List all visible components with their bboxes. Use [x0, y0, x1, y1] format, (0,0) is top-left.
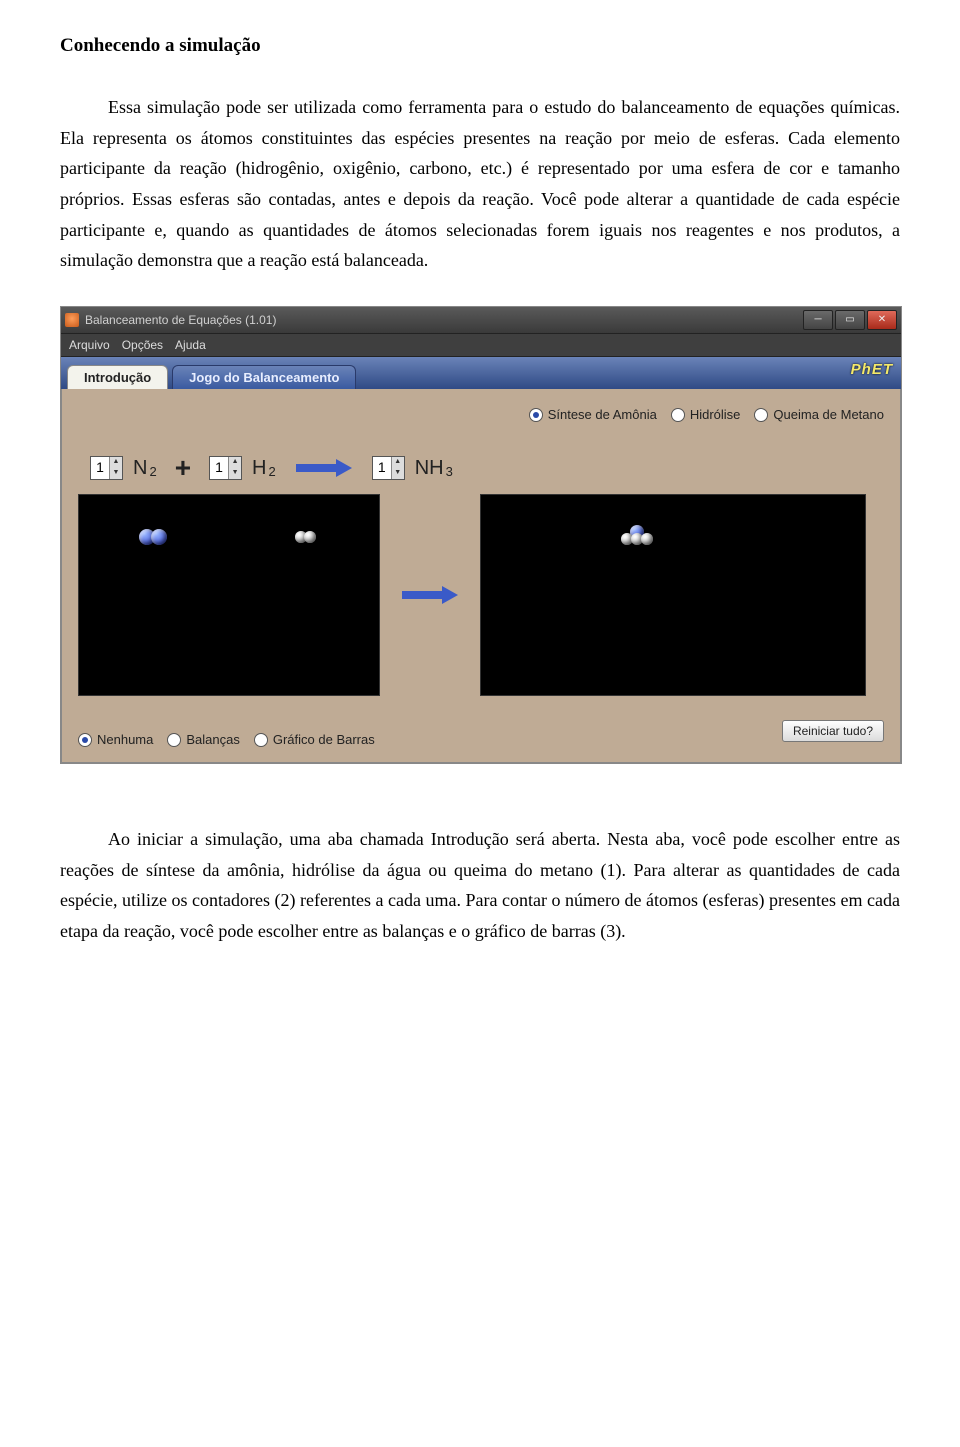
formula-text: H: [252, 456, 266, 480]
window-title: Balanceamento de Equações (1.01): [85, 313, 276, 327]
bottom-controls: Nenhuma Balanças Gráfico de Barras Reini…: [78, 714, 884, 748]
paragraph-1: Essa simulação pode ser utilizada como f…: [60, 92, 900, 276]
radio-ammonia-label: Síntese de Amônia: [548, 407, 657, 423]
reaction-radio-group: Síntese de Amônia Hidrólise Queima de Me…: [78, 407, 884, 423]
atom-h: [641, 533, 653, 545]
sim-body: Síntese de Amônia Hidrólise Queima de Me…: [61, 389, 901, 763]
radio-view-scales[interactable]: Balanças: [167, 732, 239, 748]
maximize-button[interactable]: ▭: [835, 310, 865, 330]
coefficient-spinner-1[interactable]: 1 ▲▼: [90, 456, 123, 480]
menubar: Arquivo Opções Ajuda: [61, 334, 901, 357]
close-button[interactable]: ✕: [867, 310, 897, 330]
radio-methane[interactable]: Queima de Metano: [754, 407, 884, 423]
formula-n2: N 2: [133, 456, 157, 480]
menu-options[interactable]: Opções: [122, 338, 163, 352]
coefficient-spinner-2[interactable]: 1 ▲▼: [209, 456, 242, 480]
tab-strip: Introdução Jogo do Balanceamento PhET: [61, 357, 901, 389]
coefficient-3-value: 1: [373, 457, 391, 479]
menu-help[interactable]: Ajuda: [175, 338, 206, 352]
radio-view-bars-label: Gráfico de Barras: [273, 732, 375, 748]
radio-view-none-label: Nenhuma: [97, 732, 153, 748]
atom-n: [151, 529, 167, 545]
radio-dot-icon: [529, 408, 543, 422]
reset-all-button[interactable]: Reiniciar tudo?: [782, 720, 884, 742]
radio-view-bars[interactable]: Gráfico de Barras: [254, 732, 375, 748]
phet-logo: PhET: [851, 361, 893, 379]
radio-dot-icon: [254, 733, 268, 747]
radio-ammonia[interactable]: Síntese de Amônia: [529, 407, 657, 423]
tab-introduction[interactable]: Introdução: [67, 365, 168, 390]
reactants-box: [78, 494, 380, 696]
radio-dot-icon: [671, 408, 685, 422]
formula-text: NH: [415, 456, 444, 480]
java-icon: [65, 313, 79, 327]
yields-arrow-icon: [402, 584, 458, 606]
formula-sub: 2: [269, 464, 276, 480]
radio-dot-icon: [754, 408, 768, 422]
molecule-h2: [295, 531, 316, 543]
coefficient-1-value: 1: [91, 457, 109, 479]
formula-sub: 3: [446, 464, 453, 480]
titlebar: Balanceamento de Equações (1.01) ─ ▭ ✕: [61, 307, 901, 334]
menu-file[interactable]: Arquivo: [69, 338, 110, 352]
formula-text: N: [133, 456, 147, 480]
equation-row: 1 ▲▼ N 2 + 1 ▲▼ H 2 1 ▲▼: [90, 451, 884, 485]
paragraph-2: Ao iniciar a simulação, uma aba chamada …: [60, 824, 900, 946]
atom-h: [304, 531, 316, 543]
section-heading: Conhecendo a simulação: [60, 30, 900, 62]
products-box: [480, 494, 866, 696]
app-window: Balanceamento de Equações (1.01) ─ ▭ ✕ A…: [60, 306, 902, 764]
radio-view-scales-label: Balanças: [186, 732, 239, 748]
plus-sign: +: [175, 451, 191, 485]
spinner-arrows-icon[interactable]: ▲▼: [391, 457, 404, 479]
minimize-button[interactable]: ─: [803, 310, 833, 330]
molecule-nh3: [621, 525, 653, 545]
molecule-display-row: [78, 494, 884, 696]
tab-game[interactable]: Jogo do Balanceamento: [172, 365, 356, 390]
yields-arrow-icon: [296, 457, 352, 479]
radio-dot-icon: [167, 733, 181, 747]
radio-hydrolysis[interactable]: Hidrólise: [671, 407, 741, 423]
formula-h2: H 2: [252, 456, 276, 480]
formula-sub: 2: [149, 464, 156, 480]
spinner-arrows-icon[interactable]: ▲▼: [228, 457, 241, 479]
molecule-n2: [139, 529, 167, 545]
radio-hydrolysis-label: Hidrólise: [690, 407, 741, 423]
coefficient-2-value: 1: [210, 457, 228, 479]
coefficient-spinner-3[interactable]: 1 ▲▼: [372, 456, 405, 480]
radio-methane-label: Queima de Metano: [773, 407, 884, 423]
spinner-arrows-icon[interactable]: ▲▼: [109, 457, 122, 479]
radio-dot-icon: [78, 733, 92, 747]
formula-nh3: NH 3: [415, 456, 453, 480]
view-radio-group: Nenhuma Balanças Gráfico de Barras: [78, 732, 375, 748]
radio-view-none[interactable]: Nenhuma: [78, 732, 153, 748]
